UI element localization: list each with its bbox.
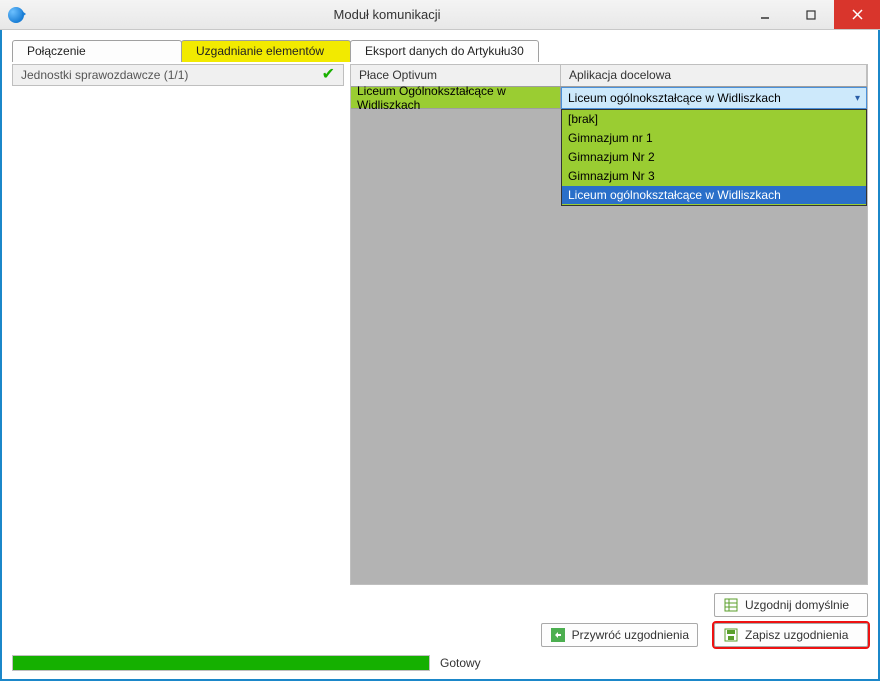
window-controls (742, 0, 880, 29)
restore-button[interactable]: Przywróć uzgodnienia (541, 623, 698, 647)
app-icon (8, 7, 24, 23)
button-label: Zapisz uzgodnienia (745, 628, 848, 642)
close-button[interactable] (834, 0, 880, 29)
footer-buttons: Uzgodnij domyślnie Przywróć uzgodnienia … (12, 585, 868, 647)
button-label: Przywróć uzgodnienia (572, 628, 689, 642)
content-area: Jednostki sprawozdawcze (1/1) ✔ Płace Op… (12, 64, 868, 585)
check-icon: ✔ (322, 67, 335, 83)
grid-header-target: Aplikacja docelowa (561, 65, 867, 86)
grid-icon (723, 597, 739, 613)
tab-export[interactable]: Eksport danych do Artykułu30 (350, 40, 539, 62)
dropdown-item-selected[interactable]: Liceum ogólnokształcące w Widliszkach (562, 186, 866, 205)
dropdown-selected-value: Liceum ogólnokształcące w Widliszkach (568, 91, 781, 105)
status-bar: Gotowy (12, 653, 868, 673)
save-button[interactable]: Zapisz uzgodnienia (714, 623, 868, 647)
dropdown-item[interactable]: [brak] (562, 110, 866, 129)
tab-matching[interactable]: Uzgadnianie elementów (181, 40, 351, 62)
mapping-grid: Płace Optivum Aplikacja docelowa Liceum … (350, 64, 868, 585)
grid-cell-target-dropdown[interactable]: Liceum ogólnokształcące w Widliszkach ▾ (561, 87, 867, 109)
default-match-button[interactable]: Uzgodnij domyślnie (714, 593, 868, 617)
left-panel-header-label: Jednostki sprawozdawcze (1/1) (21, 68, 188, 82)
grid-cell-source: Liceum Ogólnokształcące w Widliszkach (351, 87, 561, 109)
chevron-down-icon: ▾ (855, 93, 860, 104)
table-row: Liceum Ogólnokształcące w Widliszkach Li… (351, 87, 867, 109)
tab-strip: Połączenie Uzgadnianie elementów Eksport… (12, 40, 868, 62)
minimize-button[interactable] (742, 0, 788, 29)
progress-fill (13, 656, 429, 670)
left-panel: Jednostki sprawozdawcze (1/1) ✔ (12, 64, 344, 585)
tab-connection[interactable]: Połączenie (12, 40, 182, 62)
dropdown-item[interactable]: Gimnazjum Nr 2 (562, 148, 866, 167)
app-body: Połączenie Uzgadnianie elementów Eksport… (0, 30, 880, 681)
save-icon (723, 627, 739, 643)
title-bar: Moduł komunikacji (0, 0, 880, 30)
dropdown-item[interactable]: Gimnazjum nr 1 (562, 129, 866, 148)
dropdown-item[interactable]: Gimnazjum Nr 3 (562, 167, 866, 186)
maximize-button[interactable] (788, 0, 834, 29)
window-title: Moduł komunikacji (32, 7, 742, 22)
restore-icon (550, 627, 566, 643)
progress-bar (12, 655, 430, 671)
dropdown-list: [brak] Gimnazjum nr 1 Gimnazjum Nr 2 Gim… (561, 109, 867, 206)
status-text: Gotowy (440, 656, 481, 670)
left-panel-header[interactable]: Jednostki sprawozdawcze (1/1) ✔ (12, 64, 344, 86)
button-label: Uzgodnij domyślnie (745, 598, 849, 612)
